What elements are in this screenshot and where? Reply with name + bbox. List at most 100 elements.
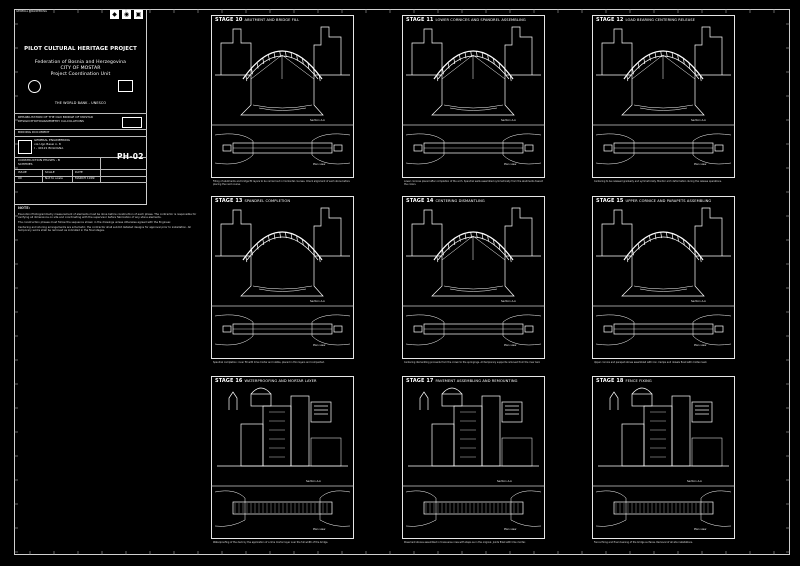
stage-title: STAGE 18 FENCE FIXING [596, 378, 652, 384]
stage-title: STAGE 13 SPANDREL COMPLETION [215, 198, 290, 204]
plan-label: Plan view [694, 528, 707, 531]
map-icon [122, 117, 142, 128]
seal-icon: ◉ [122, 10, 131, 19]
drawing-sheet: GENERAL ENGINEERING ◆ ◉ ▣ PILOT CULTURAL… [0, 0, 800, 566]
stage-drawing [211, 387, 354, 527]
note-paragraph: The construction phases must follow the … [18, 221, 172, 225]
stage-title: STAGE 12 LOAD BEARING CENTERING RELEASE [596, 17, 695, 23]
scale-label: SCALE [45, 170, 55, 174]
stage-name: LOAD BEARING CENTERING RELEASE [625, 18, 696, 22]
drawing-title-2: SCHEMES [18, 162, 33, 166]
stage-caption: Upper cornice and parapet stones assembl… [594, 361, 708, 364]
logo-row: ◆ ◉ ▣ [110, 10, 143, 19]
city-name: CITY OF MOSTAR [60, 66, 101, 71]
scale-value: Not to scale [45, 176, 63, 180]
section-label: Section A-A [501, 119, 516, 122]
stage-title: STAGE 15 UPPER CORNICE AND PARAPETS ASSEM… [596, 198, 711, 204]
stage-title: STAGE 14 CENTERING DISMANTLING [406, 198, 485, 204]
stage-title: STAGE 16 WATERPROOFING AND MORTAR LAYER [215, 378, 317, 384]
section-label: Section A-A [497, 480, 512, 483]
header-label: GENERAL ENGINEERING [16, 10, 48, 13]
stage-number: STAGE 11 [406, 17, 434, 23]
stage-caption: Lower cornices placed after completion o… [404, 180, 544, 186]
stage-drawing [402, 26, 545, 165]
stage-drawing [592, 26, 735, 165]
unesco-logo-icon [118, 80, 133, 92]
date-value: MARCH 1999 [75, 176, 95, 180]
funders: THE WORLD BANK - UNESCO [54, 101, 107, 105]
world-bank-logo-icon [28, 80, 41, 93]
emblem-icon: ▣ [134, 10, 143, 19]
stage-caption: Pavement stones assembled in transverse … [404, 541, 526, 544]
plan-label: Plan view [504, 344, 517, 347]
stage-panel: STAGE 14 CENTERING DISMANTLING Section A-A… [402, 196, 545, 364]
stage-name: FENCE FIXING [625, 379, 652, 383]
project-name: PILOT CULTURAL HERITAGE PROJECT [24, 46, 137, 52]
stage-drawing [592, 207, 735, 346]
stage-panel: STAGE 15 UPPER CORNICE AND PARAPETS ASSEM… [592, 196, 735, 364]
stage-number: STAGE 13 [215, 198, 243, 204]
stage-caption: Centering to be released gradually and s… [594, 180, 722, 183]
logo-icon: ◆ [110, 10, 119, 19]
stage-drawing [211, 207, 354, 346]
stage-drawing [402, 387, 545, 527]
stage-name: UPPER CORNICE AND PARAPETS ASSEMBLING [625, 199, 712, 203]
stage-name: LOWER CORNICES AND SPANDREL ASSEMBLING [435, 18, 526, 22]
stage-panel: STAGE 17 PAVEMENT ASSEMBLING AND REMOUNTI… [402, 376, 545, 544]
stage-drawing [402, 207, 545, 346]
firm-line-3: I - 40121 BOLOGNA [34, 146, 64, 150]
stage-drawing [592, 387, 735, 527]
section-label: Section A-A [691, 300, 706, 303]
plan-label: Plan view [313, 163, 326, 166]
date-label: DATE [75, 170, 83, 174]
federation-name: Federation of Bosnia and Herzegovina [34, 60, 127, 65]
stage-panel: STAGE 12 LOAD BEARING CENTERING RELEASE Se… [592, 15, 735, 183]
stage-panel: STAGE 10 ABUTMENT AND BRIDGE FILL Section … [211, 15, 354, 186]
section-label: Section A-A [687, 480, 702, 483]
stage-number: STAGE 17 [406, 378, 434, 384]
stage-number: STAGE 14 [406, 198, 434, 204]
title-line-2: DESIGN PHOTOGRAMMETRY CALCULATIONS [18, 119, 84, 123]
note-paragraph: Execution Photogrammetry measurement of … [18, 213, 197, 220]
stage-number: STAGE 12 [596, 17, 624, 23]
stage-name: PAVEMENT ASSEMBLING AND REMOUNTING [435, 379, 518, 383]
stage-panel: STAGE 18 FENCE FIXING Section A-A Plan view… [592, 376, 735, 544]
sheet-number: PH-02 [117, 152, 144, 161]
stage-caption: Filling of abutments and bridge fill lay… [213, 180, 350, 186]
stage-caption: Waterproofing of the deck by the applica… [213, 541, 329, 544]
stage-number: STAGE 18 [596, 378, 624, 384]
issue-label: ISSUE [18, 170, 27, 174]
document-type: BIDDING DOCUMENT [18, 130, 50, 134]
stage-number: STAGE 10 [215, 17, 243, 23]
section-label: Section A-A [306, 480, 321, 483]
title-block: GENERAL ENGINEERING ◆ ◉ ▣ PILOT CULTURAL… [14, 9, 147, 205]
stage-name: SPANDREL COMPLETION [244, 199, 291, 203]
plan-label: Plan view [313, 528, 326, 531]
firm-logo-icon [18, 140, 32, 154]
plan-label: Plan view [313, 344, 326, 347]
section-label: Section A-A [501, 300, 516, 303]
notes-block: NOTE: Execution Photogrammetry measureme… [18, 206, 198, 235]
section-label: Section A-A [310, 300, 325, 303]
stage-name: WATERPROOFING AND MORTAR LAYER [244, 379, 317, 383]
section-label: Section A-A [310, 119, 325, 122]
stage-number: STAGE 15 [596, 198, 624, 204]
plan-label: Plan view [504, 528, 517, 531]
notes-title: NOTE: [18, 206, 31, 210]
stage-panel: STAGE 13 SPANDREL COMPLETION Section A-A Pl… [211, 196, 354, 364]
plan-label: Plan view [694, 163, 707, 166]
stage-title: STAGE 11 LOWER CORNICES AND SPANDREL ASSE… [406, 17, 526, 23]
stage-caption: Fence fixing and final cleaning of the b… [594, 541, 693, 544]
stage-panel: STAGE 11 LOWER CORNICES AND SPANDREL ASSE… [402, 15, 545, 186]
stage-caption: Centering dismantling proceeds from the … [404, 361, 541, 364]
stage-caption: Spandrel completion: inner fill with lim… [213, 361, 325, 364]
stage-panel: STAGE 16 WATERPROOFING AND MORTAR LAYER Se… [211, 376, 354, 544]
note-paragraph: Centering and shoring arrangements are s… [18, 226, 191, 233]
stage-title: STAGE 17 PAVEMENT ASSEMBLING AND REMOUNTI… [406, 378, 518, 384]
stage-title: STAGE 10 ABUTMENT AND BRIDGE FILL [215, 17, 299, 23]
plan-label: Plan view [504, 163, 517, 166]
unit-name: Project Coordination Unit [50, 72, 111, 77]
issue-value: 00 [18, 176, 22, 180]
plan-label: Plan view [694, 344, 707, 347]
stage-name: ABUTMENT AND BRIDGE FILL [244, 18, 300, 22]
